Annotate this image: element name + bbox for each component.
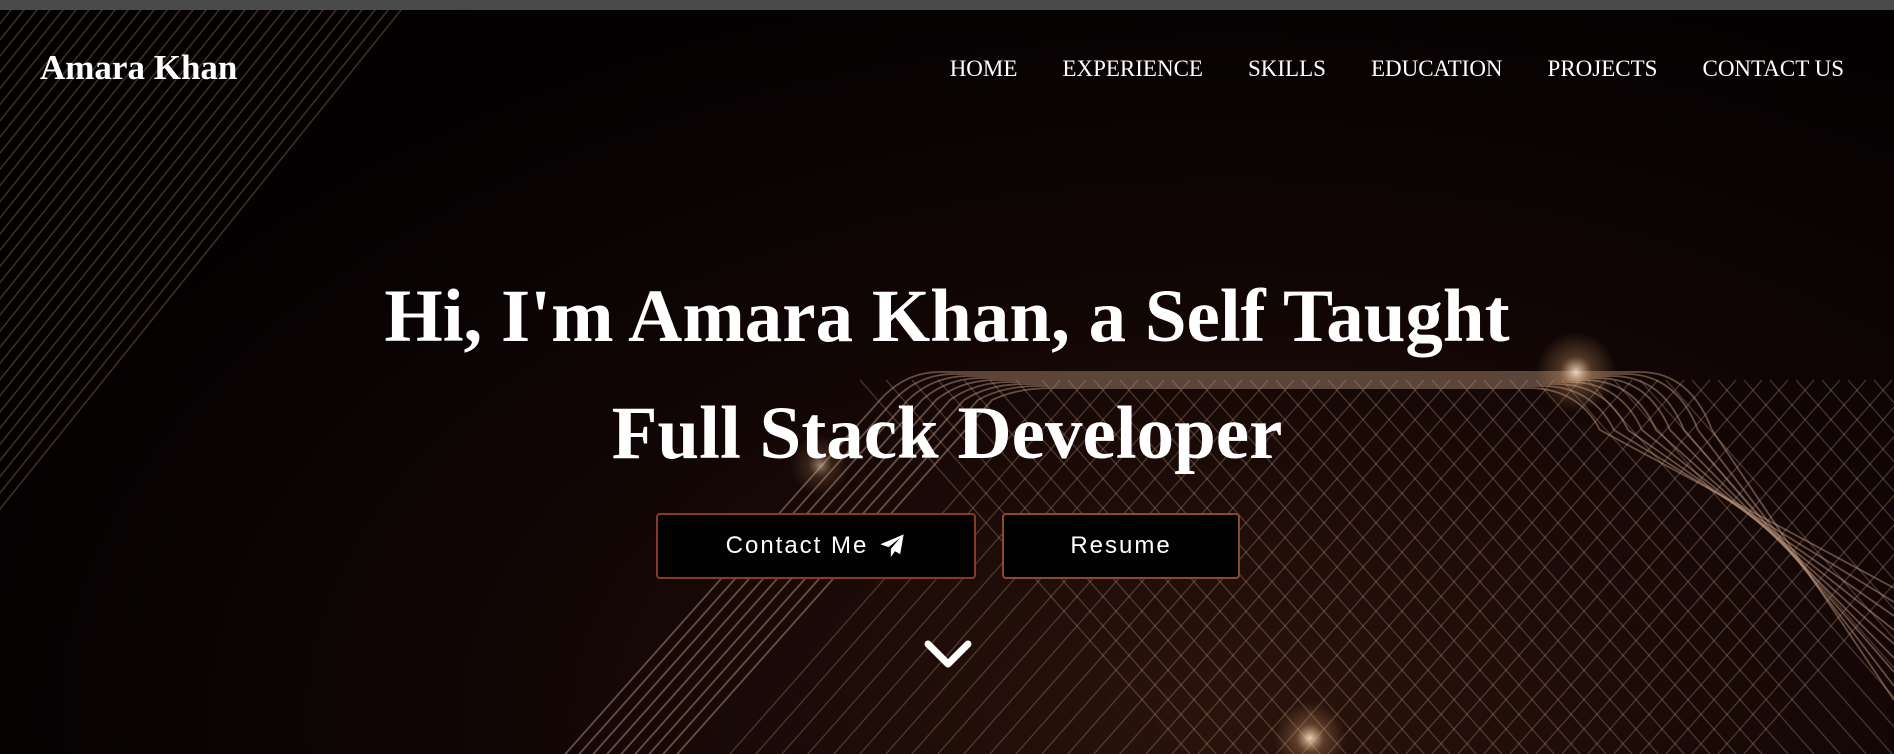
- nav-contact-us[interactable]: CONTACT US: [1702, 56, 1844, 82]
- resume-button[interactable]: Resume: [1002, 513, 1240, 579]
- nav-education[interactable]: EDUCATION: [1371, 56, 1503, 82]
- nav-home[interactable]: HOME: [950, 56, 1018, 82]
- hero-title: Hi, I'm Amara Khan, a Self Taught Full S…: [0, 258, 1894, 492]
- nav-experience[interactable]: EXPERIENCE: [1062, 56, 1203, 82]
- hero-title-line2: Full Stack Developer: [611, 392, 1283, 475]
- nav-projects[interactable]: PROJECTS: [1548, 56, 1658, 82]
- hero-title-line1: Hi, I'm Amara Khan, a Self Taught: [384, 275, 1510, 358]
- chevron-down-icon[interactable]: [922, 636, 974, 672]
- paper-plane-icon: [878, 532, 906, 560]
- contact-me-button[interactable]: Contact Me: [656, 513, 976, 579]
- contact-me-label: Contact Me: [725, 532, 869, 559]
- browser-top-strip: [0, 0, 1894, 10]
- nav-skills[interactable]: SKILLS: [1248, 56, 1326, 82]
- main-nav: HOME EXPERIENCE SKILLS EDUCATION PROJECT…: [950, 56, 1844, 82]
- page: Amara Khan HOME EXPERIENCE SKILLS EDUCAT…: [0, 0, 1894, 754]
- site-logo[interactable]: Amara Khan: [40, 48, 237, 88]
- resume-label: Resume: [1070, 532, 1172, 559]
